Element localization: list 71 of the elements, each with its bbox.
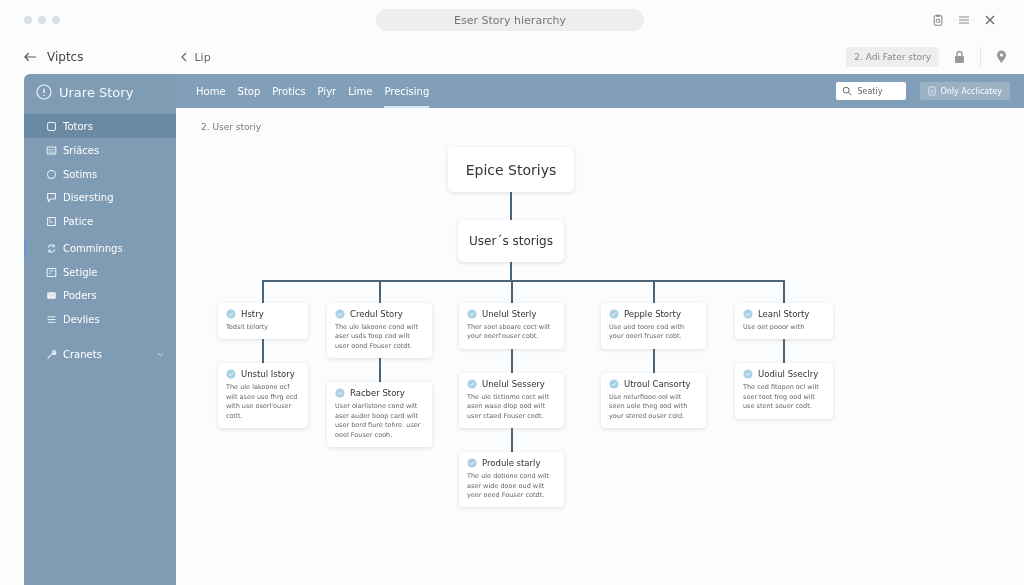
card-title: Unstul Istory bbox=[241, 369, 295, 380]
tab[interactable]: Protics bbox=[272, 74, 306, 108]
back-link[interactable]: Lip bbox=[181, 50, 211, 64]
sidebar-item[interactable]: Devlies bbox=[24, 308, 176, 330]
epic-node[interactable]: Epice Storiys bbox=[448, 147, 574, 192]
refresh-icon bbox=[46, 243, 57, 255]
sidebar-item[interactable]: Cranets bbox=[24, 344, 176, 366]
check-circle-icon bbox=[467, 458, 477, 469]
list-icon bbox=[46, 145, 57, 157]
check-circle-icon bbox=[743, 309, 753, 319]
sidebar-item[interactable]: Totors bbox=[24, 114, 176, 138]
tab[interactable]: Piyr bbox=[317, 74, 337, 108]
sidebar-item[interactable]: Patice bbox=[24, 210, 176, 232]
menu-icon[interactable] bbox=[958, 14, 970, 26]
card-title: Credul Story bbox=[350, 309, 403, 319]
sidebar-item[interactable]: Setigle bbox=[24, 261, 176, 283]
card-title: Unelul Sessery bbox=[482, 378, 545, 389]
check-circle-icon bbox=[467, 378, 477, 389]
breadcrumb: 2. User storiy bbox=[201, 122, 262, 132]
card-title: Uodiul Sseclry bbox=[758, 369, 819, 380]
add-story-button[interactable]: 2. Adi Fater story bbox=[846, 47, 939, 67]
card-title: Utroul Cansorty bbox=[624, 378, 691, 389]
back-arrow-icon bbox=[24, 52, 37, 62]
check-circle-icon bbox=[335, 309, 345, 319]
check-circle-icon bbox=[609, 309, 619, 319]
sidebar-item[interactable]: Poders bbox=[24, 285, 176, 307]
image-icon bbox=[46, 266, 57, 278]
sidebar-title: Urare Story bbox=[59, 84, 134, 100]
chevron-down-icon[interactable] bbox=[157, 352, 164, 358]
search-field[interactable]: Seatiy bbox=[836, 82, 907, 100]
close-icon[interactable] bbox=[984, 14, 996, 26]
info-circle-icon bbox=[36, 84, 52, 100]
square-icon bbox=[46, 215, 57, 227]
check-circle-icon bbox=[609, 378, 619, 389]
check-circle-icon bbox=[335, 388, 345, 399]
tab[interactable]: Home bbox=[196, 74, 226, 108]
window-dot[interactable] bbox=[24, 16, 32, 24]
wrench-icon bbox=[46, 349, 57, 361]
window-dot[interactable] bbox=[38, 16, 46, 24]
back-button[interactable]: Viptcs bbox=[24, 50, 84, 64]
tab[interactable]: Stop bbox=[237, 74, 261, 108]
lock-icon[interactable] bbox=[953, 50, 966, 64]
circle-icon bbox=[46, 168, 57, 180]
check-circle-icon bbox=[467, 309, 477, 319]
card-title: Leanl Storty bbox=[758, 309, 810, 319]
sidebar-item[interactable]: Comminngs bbox=[24, 238, 176, 260]
card-title: Racber Story bbox=[350, 388, 405, 399]
card-title: Hstry bbox=[241, 309, 264, 319]
card-title: Pepple Storty bbox=[624, 309, 681, 319]
mail-icon bbox=[46, 290, 57, 302]
clipboard-icon[interactable] bbox=[932, 14, 944, 26]
document-icon bbox=[928, 86, 937, 96]
sidebar-item[interactable]: Sriäces bbox=[24, 140, 176, 162]
chevron-left-icon bbox=[181, 52, 188, 62]
check-circle-icon bbox=[226, 369, 236, 380]
search-icon bbox=[842, 86, 853, 96]
window-title: Eser Story hierarchy bbox=[376, 9, 644, 31]
toolbar-button[interactable]: Only Acclicatey bbox=[920, 82, 1010, 100]
tab[interactable]: Lime bbox=[348, 74, 373, 108]
sidebar-item[interactable]: Sotims bbox=[24, 163, 176, 185]
location-pin-icon[interactable] bbox=[995, 50, 1008, 64]
sidebar-item[interactable]: Disersting bbox=[24, 187, 176, 209]
check-circle-icon bbox=[743, 369, 753, 380]
square-icon bbox=[46, 120, 57, 132]
menu-icon bbox=[46, 313, 57, 325]
card-title: Produle starly bbox=[482, 458, 541, 469]
story-group-node[interactable]: User´s storigs bbox=[458, 220, 564, 262]
card-title: Unelul Sterly bbox=[482, 309, 537, 319]
check-circle-icon bbox=[226, 309, 236, 319]
chat-icon bbox=[46, 192, 57, 204]
window-dot[interactable] bbox=[52, 16, 60, 24]
